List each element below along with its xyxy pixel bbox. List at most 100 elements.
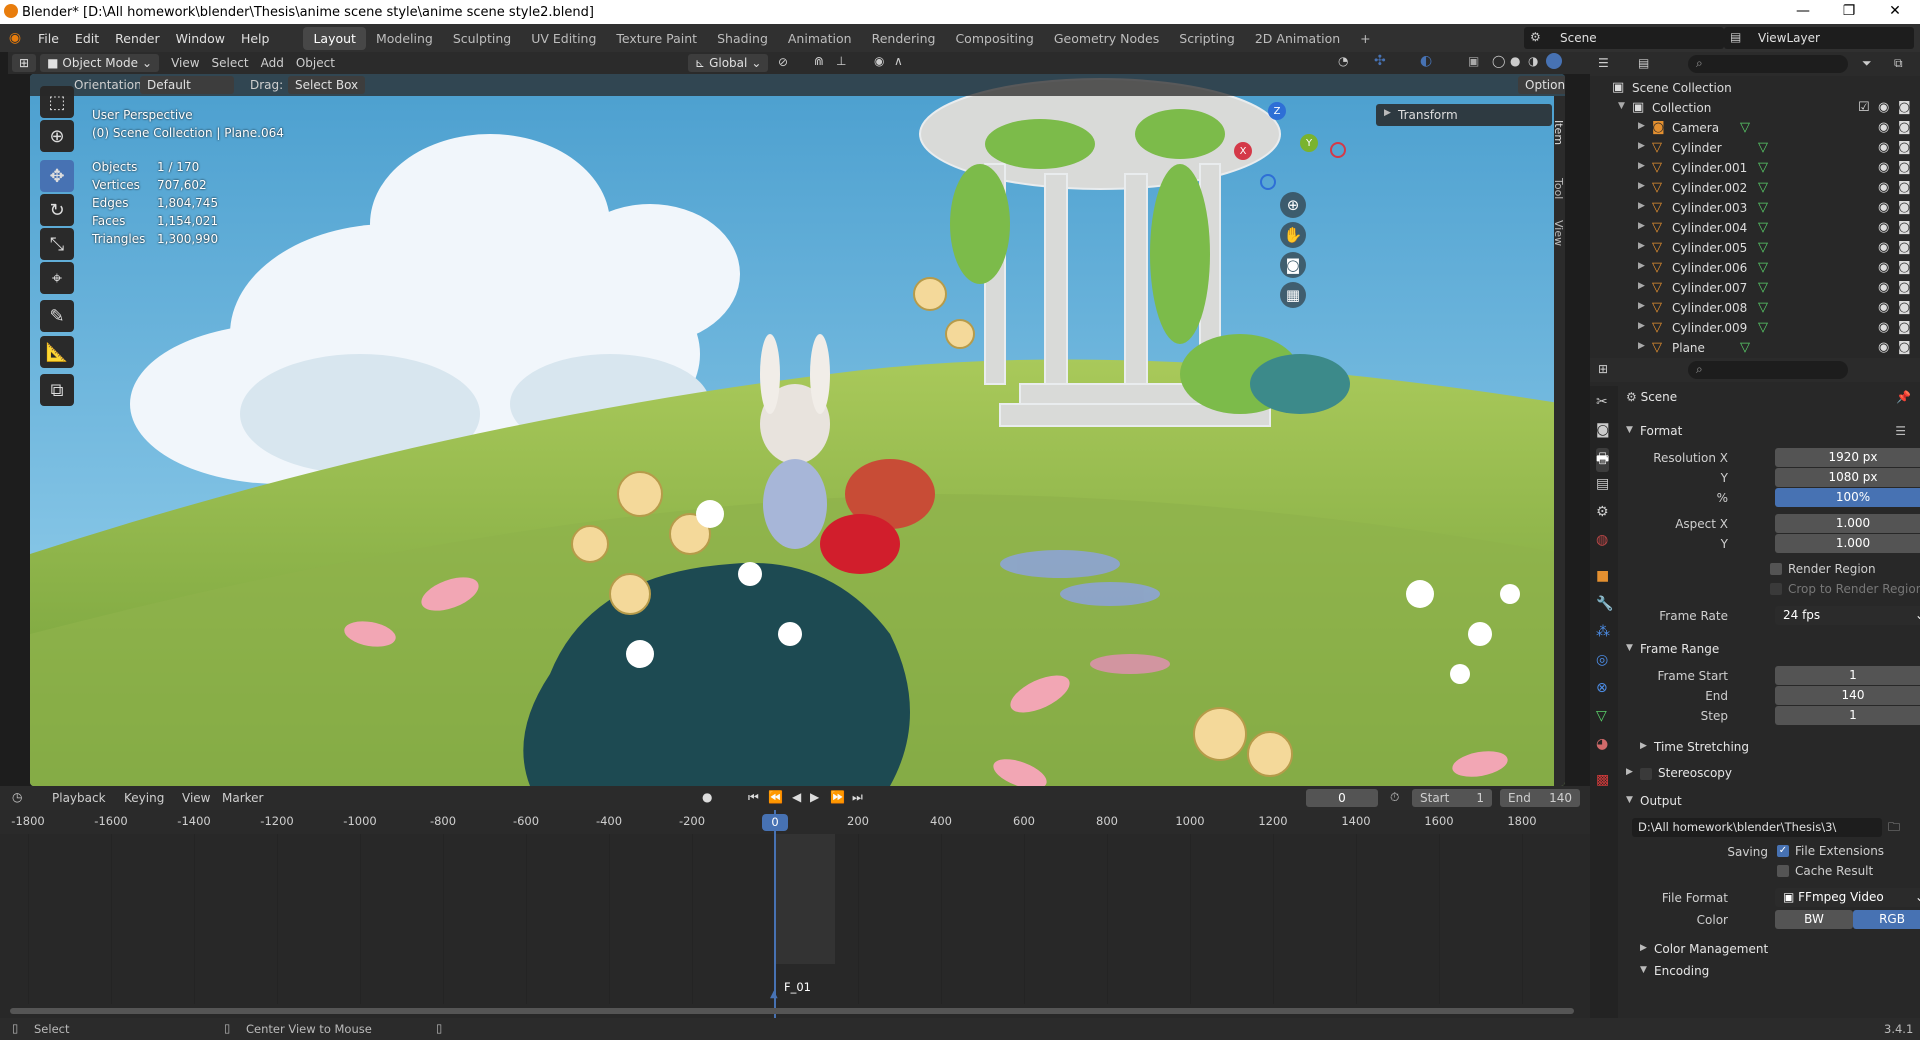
proportional-edit-icon[interactable]: ◉ bbox=[874, 54, 884, 68]
outliner-object-row[interactable]: ▶ ▽ Cylinder.002 ▽ ◉ ◙ bbox=[1590, 178, 1920, 198]
tab-modeling[interactable]: Modeling bbox=[366, 27, 443, 50]
tab-shading[interactable]: Shading bbox=[707, 27, 778, 50]
maximize-button[interactable]: ❐ bbox=[1826, 0, 1872, 24]
properties-search-input[interactable]: ⌕ bbox=[1688, 361, 1848, 379]
tab-sculpting[interactable]: Sculpting bbox=[443, 27, 521, 50]
modifier-tab-icon[interactable]: 🔧 bbox=[1596, 596, 1613, 612]
timeline-menu-marker[interactable]: Marker bbox=[222, 791, 263, 805]
stereoscopy-panel-header[interactable]: ▶ Stereoscopy bbox=[1618, 762, 1920, 786]
jump-keyframe-back-icon[interactable]: ⏪ bbox=[768, 790, 783, 804]
3d-viewport[interactable]: ⬚ ⊕ ✥ ↻ ⤡ ⌖ ✎ 📐 ⧉ Orientation: Default D… bbox=[30, 74, 1565, 786]
file-format-dropdown[interactable]: ▣ FFmpeg Video ⌄ bbox=[1775, 888, 1920, 907]
resolution-y-field[interactable]: 1080 px bbox=[1775, 468, 1920, 487]
jump-end-icon[interactable]: ⏭ bbox=[852, 790, 863, 805]
frame-rate-dropdown[interactable]: 24 fps ⌄ bbox=[1775, 606, 1920, 625]
outliner-object-row[interactable]: ▶ ▽ Cylinder ▽ ◉ ◙ bbox=[1590, 138, 1920, 158]
mesh-data-icon[interactable]: ▽ bbox=[1758, 280, 1768, 295]
color-rgb-button[interactable]: RGB bbox=[1853, 910, 1920, 929]
play-reverse-icon[interactable]: ◀ bbox=[792, 790, 801, 804]
visibility-icon[interactable]: ◔ bbox=[1338, 54, 1348, 68]
mesh-data-icon[interactable]: ▽ bbox=[1758, 200, 1768, 215]
encoding-panel-header[interactable]: ▼ Encoding bbox=[1632, 960, 1920, 984]
timeline-marker-label[interactable]: F_01 bbox=[784, 980, 811, 994]
data-tab-icon[interactable]: ▽ bbox=[1596, 708, 1607, 724]
camera-render-icon[interactable]: ◙ bbox=[1898, 300, 1911, 315]
add-workspace-button[interactable]: + bbox=[1350, 27, 1380, 50]
ortho-grid-icon[interactable]: ▦ bbox=[1280, 282, 1306, 308]
current-frame-field[interactable]: 0 bbox=[1306, 789, 1378, 807]
editor-type-button[interactable]: ⊞ bbox=[12, 54, 37, 72]
scene-tab-icon[interactable]: ⚙ bbox=[1596, 504, 1609, 520]
expand-arrow-icon[interactable]: ▶ bbox=[1638, 281, 1645, 291]
cursor-tool[interactable]: ⊕ bbox=[40, 120, 74, 152]
frame-step-field[interactable]: 1 bbox=[1775, 706, 1920, 725]
timeline-end-field[interactable]: End 140 bbox=[1500, 789, 1580, 807]
overlay-toggle-icon[interactable]: ◐ bbox=[1420, 53, 1432, 69]
outliner-object-row[interactable]: ▶ ▽ Cylinder.008 ▽ ◉ ◙ bbox=[1590, 298, 1920, 318]
output-panel-header[interactable]: ▼ Output bbox=[1618, 790, 1920, 814]
physics-tab-icon[interactable]: ◎ bbox=[1596, 652, 1608, 668]
mesh-data-icon[interactable]: ▽ bbox=[1740, 340, 1750, 355]
camera-render-icon[interactable]: ◙ bbox=[1898, 280, 1911, 295]
timeline-editor[interactable]: ◷ Playback Keying View Marker ● ⏮ ⏪ ◀ ▶ … bbox=[0, 786, 1590, 1040]
timeline-editor-icon[interactable]: ◷ bbox=[12, 790, 22, 804]
color-bw-button[interactable]: BW bbox=[1775, 910, 1853, 929]
add-cube-tool[interactable]: ⧉ bbox=[40, 374, 74, 406]
eye-icon[interactable]: ◉ bbox=[1878, 260, 1889, 275]
stopwatch-icon[interactable]: ⏱ bbox=[1390, 790, 1399, 805]
expand-arrow-icon[interactable]: ▶ bbox=[1638, 201, 1645, 211]
eye-icon[interactable]: ◉ bbox=[1878, 180, 1889, 195]
menu-window[interactable]: Window bbox=[168, 31, 233, 46]
expand-arrow-icon[interactable]: ▶ bbox=[1638, 321, 1645, 331]
folder-icon[interactable]: 🗀 bbox=[1888, 818, 1900, 839]
mesh-data-icon[interactable]: ▽ bbox=[1758, 140, 1768, 155]
output-path-input[interactable]: D:\All homework\blender\Thesis\3\ bbox=[1632, 818, 1882, 837]
tab-compositing[interactable]: Compositing bbox=[945, 27, 1043, 50]
tab-layout[interactable]: Layout bbox=[303, 26, 366, 50]
marker-icon[interactable]: ▲ bbox=[770, 989, 778, 1000]
solid-shading-icon[interactable]: ● bbox=[1510, 54, 1520, 68]
gizmo-neg-x[interactable] bbox=[1330, 142, 1346, 158]
transform-tool[interactable]: ⌖ bbox=[40, 262, 74, 294]
properties-editor-icon[interactable]: ⊞ bbox=[1598, 362, 1608, 376]
outliner-search-input[interactable]: ⌕ bbox=[1688, 55, 1848, 73]
object-tab-icon[interactable]: ■ bbox=[1596, 568, 1609, 584]
view-layer-tab-icon[interactable]: ▤ bbox=[1596, 476, 1609, 492]
camera-render-icon[interactable]: ◙ bbox=[1898, 120, 1911, 135]
pan-hand-icon[interactable]: ✋ bbox=[1280, 222, 1306, 248]
transform-orientation-dropdown[interactable]: ⊾ Global ⌄ bbox=[688, 54, 769, 72]
move-tool[interactable]: ✥ bbox=[40, 160, 74, 192]
jump-keyframe-forward-icon[interactable]: ⏩ bbox=[830, 790, 845, 804]
menu-render[interactable]: Render bbox=[107, 31, 168, 46]
tab-view[interactable]: View bbox=[1552, 220, 1565, 246]
falloff-icon[interactable]: ∧ bbox=[894, 54, 903, 68]
expand-arrow-icon[interactable]: ▶ bbox=[1638, 241, 1645, 251]
expand-arrow-icon[interactable]: ▼ bbox=[1618, 101, 1625, 111]
output-tab-icon[interactable]: 🖶 bbox=[1596, 448, 1610, 472]
presets-icon[interactable]: ☰ bbox=[1895, 424, 1906, 438]
viewport-menu-select[interactable]: Select bbox=[206, 56, 255, 70]
snap-target-icon[interactable]: ⊥ bbox=[836, 54, 846, 68]
close-button[interactable]: ✕ bbox=[1872, 0, 1918, 24]
expand-arrow-icon[interactable]: ▶ bbox=[1638, 341, 1645, 351]
outliner-object-row[interactable]: ▶ ▽ Cylinder.005 ▽ ◉ ◙ bbox=[1590, 238, 1920, 258]
tab-scripting[interactable]: Scripting bbox=[1169, 27, 1245, 50]
outliner-editor-icon[interactable]: ☰ bbox=[1598, 56, 1609, 70]
menu-file[interactable]: File bbox=[30, 31, 67, 46]
viewlayer-selector[interactable]: ▤ ViewLayer bbox=[1724, 27, 1914, 49]
n-panel-transform[interactable]: ▶ Transform bbox=[1376, 104, 1552, 126]
scene-selector[interactable]: ⚙ Scene bbox=[1524, 27, 1724, 49]
texture-tab-icon[interactable]: ▩ bbox=[1596, 772, 1609, 788]
eye-icon[interactable]: ◉ bbox=[1878, 340, 1889, 355]
rendered-shading-icon[interactable] bbox=[1546, 53, 1562, 69]
outliner-object-row[interactable]: ▶ ▽ Cylinder.009 ▽ ◉ ◙ bbox=[1590, 318, 1920, 338]
eye-icon[interactable]: ◉ bbox=[1878, 120, 1889, 135]
display-mode-icon[interactable]: ▤ bbox=[1638, 56, 1649, 70]
camera-render-icon[interactable]: ◙ bbox=[1898, 140, 1911, 155]
annotate-tool[interactable]: ✎ bbox=[40, 300, 74, 332]
scale-tool[interactable]: ⤡ bbox=[40, 228, 74, 260]
tab-texture-paint[interactable]: Texture Paint bbox=[606, 27, 707, 50]
timeline-menu-keying[interactable]: Keying bbox=[124, 791, 164, 805]
timeline-scrollbar[interactable] bbox=[10, 1008, 1574, 1014]
timeline-start-field[interactable]: Start 1 bbox=[1412, 789, 1492, 807]
